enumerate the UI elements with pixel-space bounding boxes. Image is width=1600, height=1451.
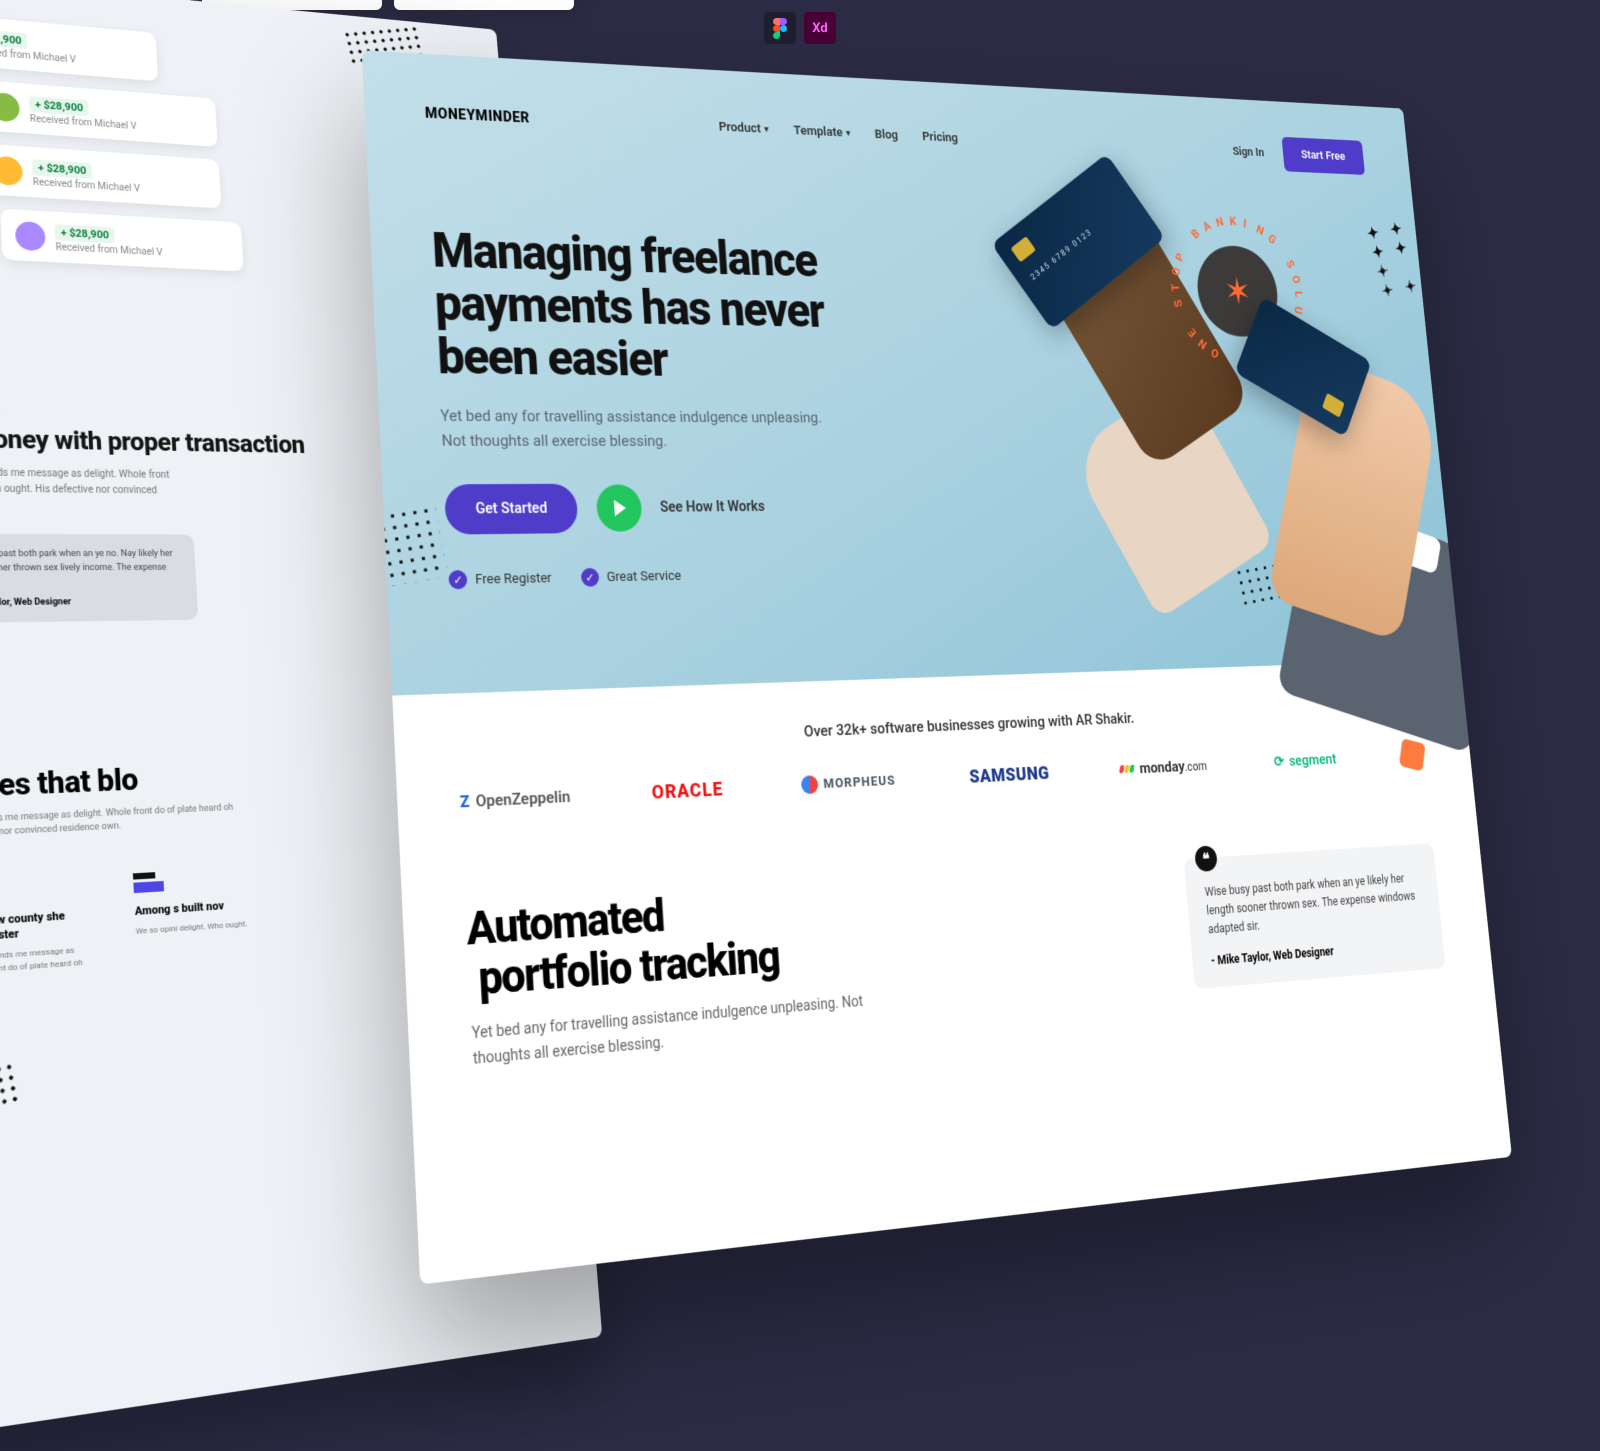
- features-sub: We so opinion friends me message as deli…: [0, 801, 240, 845]
- logo-protonet: [1399, 738, 1425, 771]
- top-navigation: MONEYMINDER Product▾ Template▾ Blog Pric…: [424, 94, 1365, 175]
- logo-monday: monday.com: [1119, 756, 1207, 778]
- see-how-link[interactable]: See How It Works: [660, 499, 765, 516]
- feature-card: Among s built nov We so opini delight. W…: [118, 850, 303, 994]
- chevron-down-icon: ▾: [846, 129, 851, 139]
- play-button[interactable]: [595, 485, 642, 532]
- nav-pricing[interactable]: Pricing: [922, 130, 959, 146]
- tool-badges: Xd: [764, 12, 836, 44]
- hero-subtext: Yet bed any for travelling assistance in…: [440, 404, 827, 454]
- hero-headline: Managing freelance payments has never be…: [431, 224, 912, 388]
- logo-oracle: ORACLE: [651, 778, 724, 803]
- nav-blog[interactable]: Blog: [874, 128, 898, 143]
- star-icon: ✶: [1222, 269, 1253, 312]
- signin-link[interactable]: Sign In: [1232, 145, 1265, 160]
- why-body: We so opinion friends me message as deli…: [0, 465, 173, 515]
- chevron-down-icon: ▾: [764, 125, 769, 135]
- notification-from: Received from Michael V: [0, 46, 76, 65]
- avatar: [15, 220, 46, 250]
- nav-product[interactable]: Product▾: [718, 120, 769, 137]
- cross-decoration: ✦ ✦✦ ✦ ✦✦ ✦: [1365, 217, 1433, 296]
- auto-title: Automated portfolio tracking: [465, 879, 883, 1007]
- get-started-button[interactable]: Get Started: [444, 484, 578, 535]
- landing-page-mockup: MONEYMINDER Product▾ Template▾ Blog Pric…: [362, 50, 1512, 1284]
- start-free-button[interactable]: Start Free: [1281, 137, 1365, 175]
- feature-card: Really boy law county she unable her sis…: [0, 860, 108, 1010]
- nav-template[interactable]: Template▾: [793, 124, 850, 141]
- xd-icon: Xd: [804, 12, 836, 44]
- figma-icon: [764, 12, 796, 44]
- notification-card: + $28,900 Received from Michael V: [0, 11, 158, 81]
- logo-morpheus: MORPHEUS: [800, 771, 896, 794]
- benefit-great-service: ✓ Great Service: [581, 567, 682, 587]
- check-icon: ✓: [581, 568, 600, 587]
- notification-card: + $28,900 Received from Michael V: [0, 80, 218, 147]
- notification-card: + $28,900 Received from Michael V: [0, 209, 244, 272]
- check-icon: ✓: [448, 571, 467, 590]
- logo-segment: ⟳segment: [1273, 750, 1337, 770]
- benefit-free-register: ✓ Free Register: [448, 569, 552, 590]
- brand-logo[interactable]: MONEYMINDER: [425, 105, 531, 126]
- testimonial-card: ❝ Wise busy past both park when an ye li…: [1183, 843, 1445, 989]
- avatar: [0, 155, 23, 186]
- avatar: [0, 91, 20, 122]
- logo-samsung: SAMSUNG: [969, 762, 1051, 787]
- notification-card: + $28,900 Received from Michael V: [0, 143, 221, 208]
- notification-amount: + $28,900: [0, 28, 28, 49]
- hero-section: MONEYMINDER Product▾ Template▾ Blog Pric…: [362, 50, 1461, 695]
- logo-openzeppelin: ZOpenZeppelin: [460, 787, 571, 812]
- testimonial-card: ❝ Wise busy past both park when an ye no…: [0, 534, 198, 623]
- quote-icon: ❝: [1194, 845, 1218, 872]
